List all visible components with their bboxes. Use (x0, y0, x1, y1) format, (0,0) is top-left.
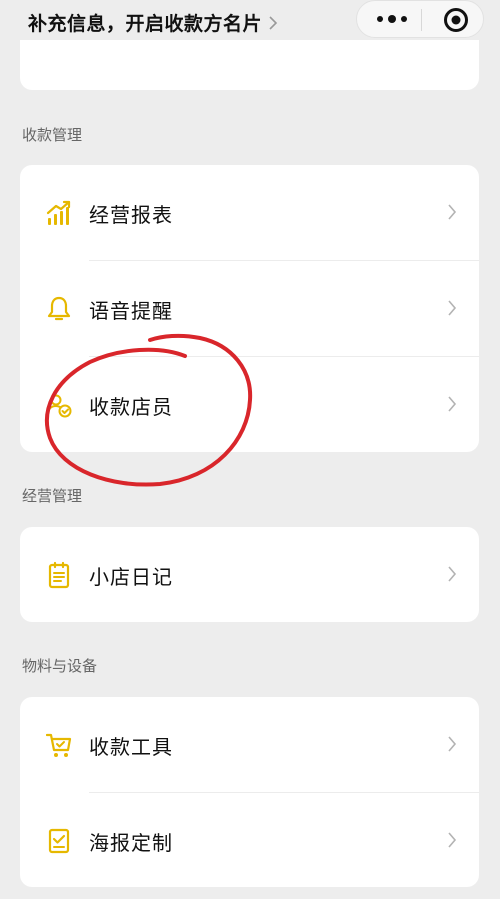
menu-item-payment-tools[interactable]: 收款工具 (20, 697, 479, 792)
menu-item-cashier-clerk[interactable]: 收款店员 (20, 357, 479, 452)
clerk-icon (47, 394, 72, 418)
profile-card (20, 40, 479, 90)
chevron-right-icon (448, 204, 457, 220)
menu-item-label: 海报定制 (89, 831, 173, 855)
mini-program-capsule (356, 0, 484, 38)
notebook-icon (48, 561, 70, 589)
chart-icon (46, 200, 71, 225)
menu-item-business-report[interactable]: 经营报表 (20, 165, 479, 260)
menu-item-label: 小店日记 (89, 565, 173, 589)
menu-item-label: 收款店员 (89, 395, 173, 419)
cart-icon (46, 733, 72, 757)
materials-devices-card: 收款工具 海报定制 (20, 697, 479, 887)
bell-icon (47, 296, 71, 321)
poster-icon (48, 828, 70, 854)
chevron-right-icon (448, 566, 457, 582)
header-title: 补充信息，开启收款方名片 (28, 13, 263, 35)
menu-item-label: 语音提醒 (89, 299, 173, 323)
menu-item-shop-diary[interactable]: 小店日记 (20, 527, 479, 622)
target-icon[interactable] (443, 7, 469, 33)
section-title-materials: 物料与设备 (22, 657, 98, 675)
chevron-right-icon (448, 736, 457, 752)
payment-management-card: 经营报表 语音提醒 收款店员 (20, 165, 479, 452)
more-icon[interactable] (375, 11, 409, 27)
chevron-right-icon (269, 15, 278, 30)
menu-item-label: 收款工具 (89, 735, 173, 759)
operations-management-card: 小店日记 (20, 527, 479, 622)
chevron-right-icon (448, 396, 457, 412)
chevron-right-icon (448, 832, 457, 848)
capsule-divider (421, 9, 422, 31)
menu-item-poster-custom[interactable]: 海报定制 (20, 793, 479, 888)
menu-item-label: 经营报表 (89, 203, 173, 227)
section-title-operations: 经营管理 (22, 487, 83, 505)
chevron-right-icon (448, 300, 457, 316)
section-title-payment: 收款管理 (22, 126, 83, 144)
menu-item-voice-alert[interactable]: 语音提醒 (20, 261, 479, 356)
header-title-link[interactable]: 补充信息，开启收款方名片 (28, 9, 278, 36)
